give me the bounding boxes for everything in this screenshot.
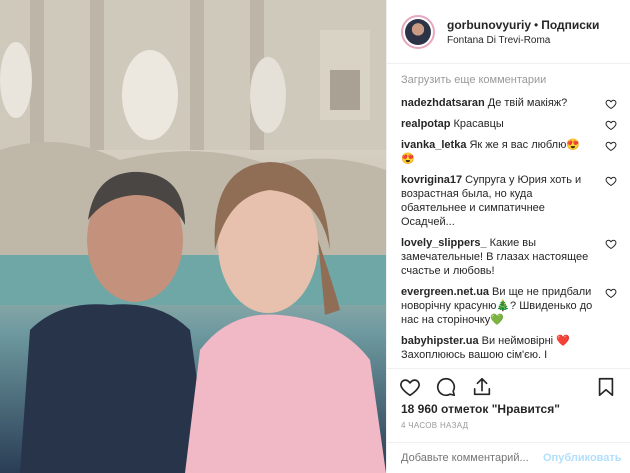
comment-username[interactable]: evergreen.net.ua — [401, 286, 489, 298]
comments-list: Загрузить еще комментарии nadezhdatsaran… — [387, 64, 630, 364]
heart-icon[interactable] — [399, 376, 421, 398]
comment-item: nadezhdatsaran Де твій макіяж? — [401, 96, 617, 110]
post-side-panel: gorbunovyuriy • Подписки Fontana Di Trevi-… — [386, 0, 630, 473]
separator-dot: • — [534, 17, 539, 32]
add-comment-bar: Опубликовать — [387, 442, 630, 473]
add-comment-input[interactable] — [401, 452, 543, 464]
like-comment-heart-icon[interactable] — [605, 175, 617, 187]
like-comment-heart-icon[interactable] — [605, 238, 617, 250]
post-actions-bar — [387, 368, 630, 398]
post-timestamp[interactable]: 4 ЧАСОВ НАЗАД — [401, 421, 468, 430]
comment-username[interactable]: realpotap — [401, 118, 451, 130]
comment-username[interactable]: babyhipster.ua — [401, 335, 479, 347]
post-photo[interactable] — [0, 0, 386, 473]
share-icon[interactable] — [471, 376, 493, 398]
comment-item: kovrigina17 Супруга у Юрия хоть и возраст… — [401, 173, 617, 229]
comment-username[interactable]: ivanka_letka — [401, 139, 466, 151]
comment-username[interactable]: nadezhdatsaran — [401, 97, 485, 109]
comment-username[interactable]: lovely_slippers_ — [401, 237, 487, 249]
comment-item: evergreen.net.ua Ви ще не придбали новорі… — [401, 285, 617, 327]
location-link[interactable]: Fontana Di Trevi-Roma — [447, 35, 599, 46]
comment-item: realpotap Красавцы — [401, 117, 617, 131]
comment-item: ivanka_letka Як же я вас люблю😍 😍 — [401, 138, 617, 166]
comment-text: Красавцы — [453, 118, 504, 130]
likes-count[interactable]: 18 960 отметок "Нравится" — [401, 402, 560, 416]
like-comment-heart-icon[interactable] — [605, 287, 617, 299]
bookmark-icon[interactable] — [595, 376, 617, 398]
comment-item: babyhipster.ua Ви неймовірні ❤️ Захоплююс… — [401, 334, 617, 364]
like-comment-heart-icon[interactable] — [605, 98, 617, 110]
publish-button[interactable]: Опубликовать — [543, 452, 622, 464]
comment-item: lovely_slippers_ Какие вы замечательные! … — [401, 236, 617, 278]
comment-text: Де твій макіяж? — [487, 97, 568, 109]
avatar[interactable] — [401, 14, 435, 49]
follow-button[interactable]: Подписки — [541, 18, 599, 32]
comment-icon[interactable] — [435, 376, 457, 398]
load-more-comments-button[interactable]: Загрузить еще комментарии — [401, 74, 617, 86]
username-link[interactable]: gorbunovyuriy — [447, 18, 531, 32]
comment-username[interactable]: kovrigina17 — [401, 174, 462, 186]
post-header: gorbunovyuriy • Подписки Fontana Di Trevi-… — [387, 0, 630, 64]
trevi-fountain-selfie-image — [0, 0, 386, 473]
like-comment-heart-icon[interactable] — [605, 140, 617, 152]
like-comment-heart-icon[interactable] — [605, 119, 617, 131]
